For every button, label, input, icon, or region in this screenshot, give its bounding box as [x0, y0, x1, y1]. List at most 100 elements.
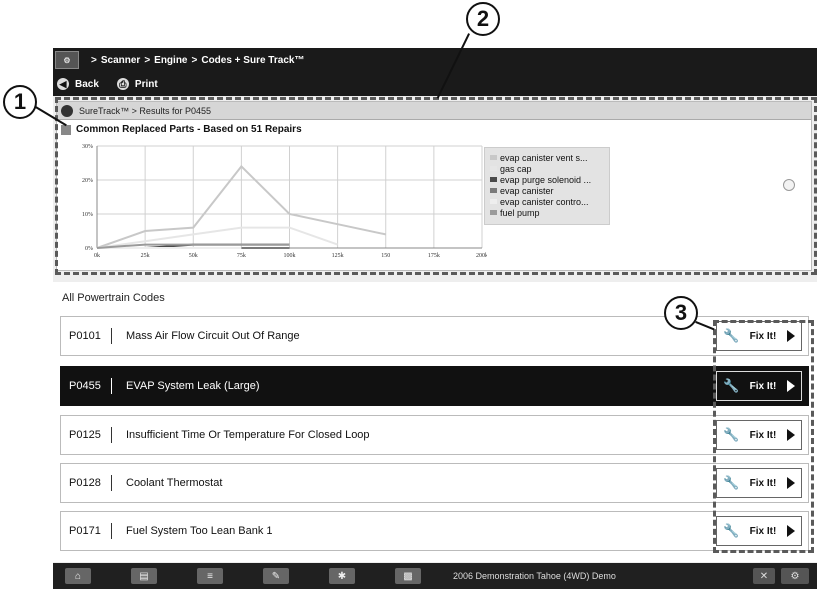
toolbox-icon[interactable]: ▤ [131, 568, 157, 584]
x-tick-label: 200k [476, 253, 487, 259]
callout-3: 3 [664, 296, 698, 330]
legend-item: gas cap [490, 163, 604, 174]
divider [111, 378, 112, 394]
suretrack-header-text: SureTrack™ > Results for P0455 [79, 105, 211, 116]
code-id: P0128 [69, 477, 101, 489]
bottom-taskbar: ⌂ ▤ ≡ ✎ ✱ ▩ 2006 Demonstration Tahoe (4W… [53, 563, 817, 589]
x-tick-label: 100k [284, 253, 296, 259]
y-tick-label: 20% [82, 178, 93, 184]
fix-it-label: Fix It! [749, 330, 777, 342]
replaced-parts-chart: 0k 25k 50k 75k 100k 125k 150 175k 200k 0% 10% 20% 30… [82, 144, 487, 259]
x-tick-label: 50k [189, 253, 198, 259]
home-logo-icon[interactable]: ⚙ [55, 51, 79, 69]
fix-it-button[interactable]: 🔧 Fix It! [716, 321, 802, 351]
y-tick-label: 10% [82, 212, 93, 218]
collapse-icon[interactable] [61, 124, 71, 135]
scanner-screen: ⚙ > Scanner > Engine > Codes + Sure Trac… [53, 48, 817, 589]
breadcrumb-engine[interactable]: Engine [154, 55, 187, 66]
gear-icon[interactable]: ⚙ [781, 568, 809, 584]
legend-label: evap canister contro... [500, 196, 589, 207]
legend-label: gas cap [500, 163, 532, 174]
code-description: Coolant Thermostat [126, 477, 223, 489]
play-arrow-icon [786, 477, 795, 489]
fix-it-label: Fix It! [749, 429, 777, 441]
play-arrow-icon [786, 429, 795, 441]
close-icon[interactable]: ✕ [753, 568, 775, 584]
legend-item: evap canister contro... [490, 196, 604, 207]
fix-it-label: Fix It! [749, 380, 777, 392]
fix-it-button[interactable]: 🔧 Fix It! [716, 516, 802, 546]
chart-title: Common Replaced Parts - Based on 51 Repa… [61, 124, 302, 135]
breadcrumb-codes[interactable]: Codes + Sure Track™ [201, 55, 304, 66]
code-id: P0101 [69, 330, 101, 342]
code-description: Fuel System Too Lean Bank 1 [126, 525, 273, 537]
suretrack-header: SureTrack™ > Results for P0455 [57, 102, 811, 120]
fix-it-button[interactable]: 🔧 Fix It! [716, 420, 802, 450]
legend-item: fuel pump [490, 207, 604, 218]
figure-root: 1 2 3 ⚙ > Scanner > Engine > Codes + Sur… [0, 0, 817, 589]
x-tick-label: 75k [237, 253, 246, 259]
wrench-icon: 🔧 [723, 328, 740, 343]
code-description: EVAP System Leak (Large) [126, 380, 260, 392]
chart-title-text: Common Replaced Parts - Based on 51 Repa… [76, 124, 302, 135]
print-button[interactable]: ⎙ Print [116, 78, 158, 90]
legend-label: evap purge solenoid ... [500, 174, 592, 185]
legend-label: fuel pump [500, 207, 540, 218]
fix-it-button[interactable]: 🔧 Fix It! [716, 468, 802, 498]
home-icon[interactable]: ⌂ [65, 568, 91, 584]
legend-label: evap canister vent s... [500, 152, 588, 163]
print-label: Print [134, 78, 158, 90]
back-arrow-icon: ◀ [57, 78, 69, 90]
y-tick-label: 0% [85, 246, 93, 252]
back-button[interactable]: ◀ Back [57, 78, 99, 90]
suretrack-panel: SureTrack™ > Results for P0455 Common Re… [56, 101, 812, 271]
legend-swatch [490, 155, 497, 160]
play-arrow-icon [786, 330, 795, 342]
breadcrumb: ⚙ > Scanner > Engine > Codes + Sure Trac… [53, 48, 817, 72]
callout-1: 1 [3, 85, 37, 119]
code-description: Insufficient Time Or Temperature For Clo… [126, 429, 370, 441]
x-tick-label: 125k [332, 253, 344, 259]
code-id: P0455 [69, 380, 101, 392]
legend-swatch [490, 199, 497, 204]
legend-swatch [490, 210, 497, 215]
play-arrow-icon [786, 380, 795, 392]
divider [111, 427, 112, 443]
divider [111, 523, 112, 539]
breadcrumb-scanner[interactable]: Scanner [101, 55, 140, 66]
code-id: P0171 [69, 525, 101, 537]
fix-it-button[interactable]: 🔧 Fix It! [716, 371, 802, 401]
x-tick-label: 25k [141, 253, 150, 259]
code-row[interactable]: P0171 Fuel System Too Lean Bank 1 🔧 Fix … [60, 511, 809, 551]
fix-it-label: Fix It! [749, 525, 777, 537]
code-description: Mass Air Flow Circuit Out Of Range [126, 330, 300, 342]
divider [111, 328, 112, 344]
divider [111, 475, 112, 491]
edit-icon[interactable]: ✎ [263, 568, 289, 584]
breadcrumb-separator: > [144, 54, 151, 66]
wrench-icon: 🔧 [723, 523, 740, 538]
list-icon[interactable]: ≡ [197, 568, 223, 584]
vehicle-description: 2006 Demonstration Tahoe (4WD) Demo [453, 571, 616, 581]
chart-legend: evap canister vent s... gas cap evap purge… [484, 147, 610, 225]
legend-item: evap purge solenoid ... [490, 174, 604, 185]
fix-it-label: Fix It! [749, 477, 777, 489]
code-row[interactable]: P0128 Coolant Thermostat 🔧 Fix It! [60, 463, 809, 503]
wrench-icon: 🔧 [723, 378, 740, 393]
breadcrumb-separator: > [91, 54, 97, 66]
legend-item: evap canister vent s... [490, 152, 604, 163]
legend-swatch [490, 177, 497, 182]
section-title: All Powertrain Codes [62, 292, 165, 304]
legend-swatch [490, 188, 497, 193]
legend-label: evap canister [500, 185, 554, 196]
x-tick-label: 175k [428, 253, 440, 259]
legend-swatch [490, 166, 497, 171]
code-row-selected[interactable]: P0455 EVAP System Leak (Large) 🔧 Fix It! [60, 366, 809, 406]
x-tick-label: 0k [94, 253, 100, 259]
page-indicator[interactable] [783, 179, 795, 191]
vehicle-icon[interactable]: ▩ [395, 568, 421, 584]
code-row[interactable]: P0125 Insufficient Time Or Temperature F… [60, 415, 809, 455]
wrench-icon: 🔧 [723, 427, 740, 442]
printer-icon: ⎙ [116, 78, 129, 90]
settings-icon[interactable]: ✱ [329, 568, 355, 584]
